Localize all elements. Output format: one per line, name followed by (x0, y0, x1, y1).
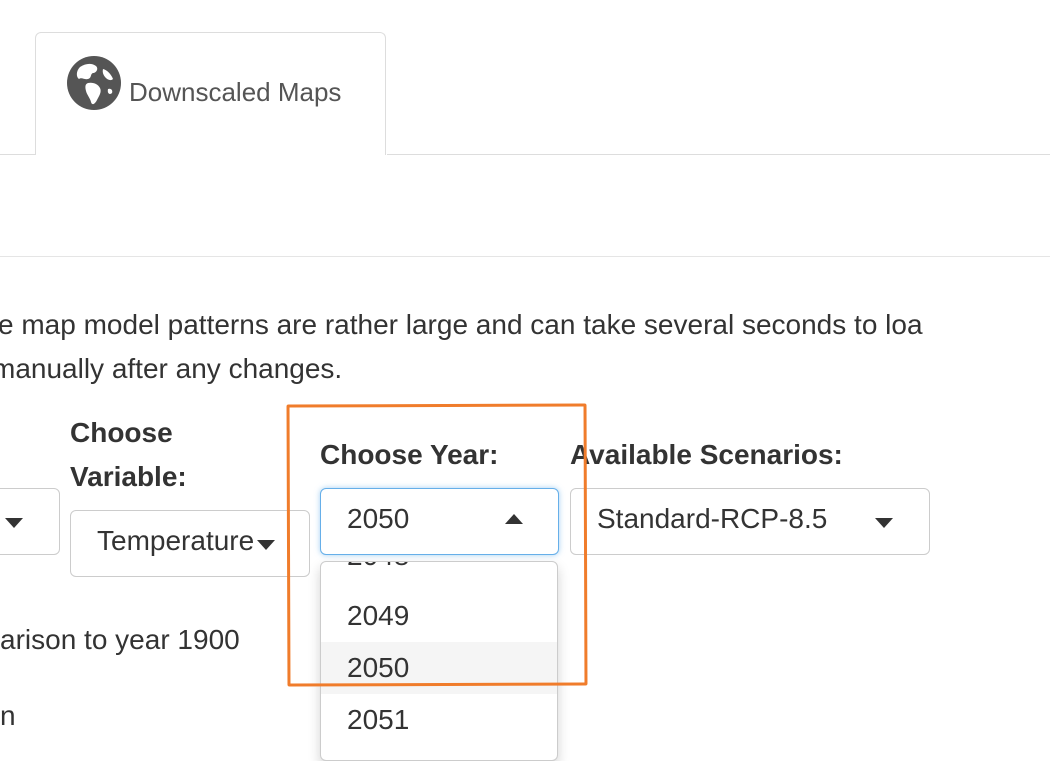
chevron-down-icon (257, 540, 275, 550)
chevron-down-icon (5, 518, 23, 528)
loading-notice: e map model patterns are rather large an… (0, 303, 1050, 391)
highlight-box (286, 403, 588, 687)
notice-line-2: manually after any changes. (0, 353, 343, 384)
variable-select-value: Temperature (97, 525, 255, 556)
tab-label: Downscaled Maps (129, 77, 342, 107)
partial-text: n (0, 700, 16, 731)
notice-line-1: e map model patterns are rather large an… (0, 309, 923, 340)
tab-bar-border (387, 154, 1050, 155)
year-option[interactable]: 2051 (321, 694, 557, 746)
comparison-text: arison to year 1900 (0, 624, 240, 655)
tab-downscaled-maps[interactable]: Downscaled Maps (35, 32, 386, 155)
scenario-select-value: Standard-RCP-8.5 (597, 503, 828, 534)
variable-select[interactable]: Temperature (70, 510, 310, 577)
divider (0, 256, 1050, 257)
partial-select[interactable] (0, 488, 60, 555)
tab-bar-border (0, 154, 36, 155)
scenario-label: Available Scenarios: (570, 439, 843, 470)
globe-icon (67, 56, 121, 110)
scenario-select[interactable]: Standard-RCP-8.5 (570, 488, 930, 555)
variable-label: Choose Variable: (70, 417, 187, 492)
chevron-down-icon (875, 518, 893, 528)
